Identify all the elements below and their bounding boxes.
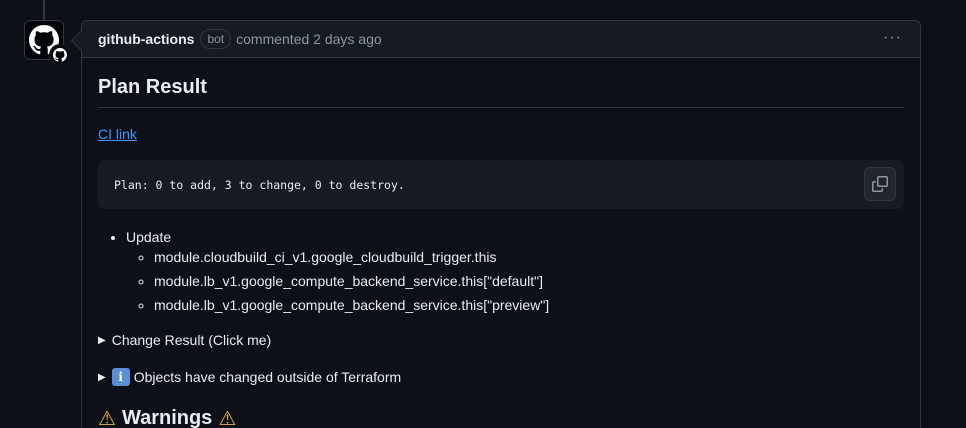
- github-app-badge-icon: [49, 44, 71, 66]
- list-item: module.lb_v1.google_compute_backend_serv…: [154, 271, 904, 291]
- resource-list: module.cloudbuild_ci_v1.google_cloudbuil…: [126, 247, 904, 315]
- disclosure-triangle-icon: ▶: [98, 371, 106, 383]
- code-block: Plan: 0 to add, 3 to change, 0 to destro…: [98, 160, 904, 209]
- info-icon: i: [111, 368, 130, 386]
- details-summary: Objects have changed outside of Terrafor…: [133, 369, 402, 385]
- warning-icon: ⚠: [98, 408, 116, 428]
- warnings-heading: ⚠ Warnings ⚠: [98, 406, 904, 428]
- details-summary: Change Result (Click me): [111, 332, 272, 348]
- list-item: module.cloudbuild_ci_v1.google_cloudbuil…: [154, 247, 904, 267]
- comment-header: github-actions bot commented 2 days ago …: [82, 21, 920, 58]
- author-link[interactable]: github-actions: [98, 31, 194, 47]
- bot-badge: bot: [200, 29, 232, 49]
- warning-icon: ⚠: [218, 408, 237, 428]
- comment-timestamp[interactable]: commented 2 days ago: [236, 31, 382, 47]
- list-item: Update module.cloudbuild_ci_v1.google_cl…: [126, 227, 904, 315]
- comment-box: github-actions bot commented 2 days ago …: [70, 20, 921, 428]
- update-list: Update module.cloudbuild_ci_v1.google_cl…: [98, 227, 904, 315]
- ci-link[interactable]: CI link: [98, 126, 137, 142]
- plan-result-heading: Plan Result: [98, 76, 904, 108]
- objects-changed-details[interactable]: ▶ i Objects have changed outside of Terr…: [98, 366, 904, 388]
- comment-menu-button[interactable]: ···: [883, 29, 902, 47]
- update-label: Update: [126, 229, 172, 245]
- page: github-actions bot commented 2 days ago …: [0, 0, 966, 428]
- change-result-details[interactable]: ▶ Change Result (Click me): [98, 329, 904, 351]
- plan-summary-code: Plan: 0 to add, 3 to change, 0 to destro…: [114, 177, 405, 192]
- copy-button[interactable]: [864, 167, 896, 201]
- timeline-line: [43, 0, 45, 20]
- list-item: module.lb_v1.google_compute_backend_serv…: [154, 295, 904, 315]
- comment-body: Plan Result CI link Plan: 0 to add, 3 to…: [82, 76, 920, 428]
- disclosure-triangle-icon: ▶: [98, 334, 106, 346]
- copy-icon: [872, 176, 888, 192]
- warnings-heading-text: Warnings: [121, 407, 213, 428]
